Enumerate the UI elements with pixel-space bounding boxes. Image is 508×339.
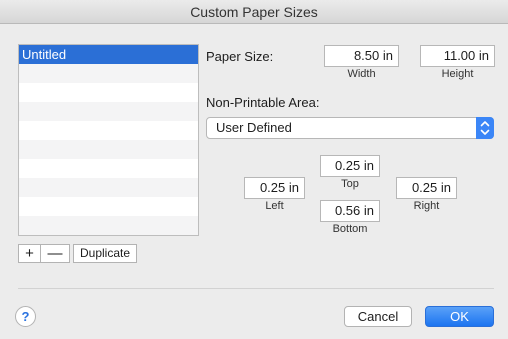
list-item[interactable] <box>19 83 198 102</box>
remove-paper-size-button[interactable]: — <box>41 244 70 263</box>
list-item[interactable] <box>19 64 198 83</box>
footer-divider <box>18 288 494 289</box>
height-caption: Height <box>441 68 474 80</box>
margin-bottom-field[interactable]: 0.56 in <box>320 200 380 222</box>
duplicate-button[interactable]: Duplicate <box>73 244 137 263</box>
popup-arrows-icon <box>476 117 494 139</box>
list-item[interactable] <box>19 178 198 197</box>
paper-width-field[interactable]: 8.50 in <box>324 45 399 67</box>
margin-top-field[interactable]: 0.25 in <box>320 155 380 177</box>
list-item[interactable] <box>19 197 198 216</box>
margin-left-field[interactable]: 0.25 in <box>244 177 305 199</box>
non-printable-area-popup[interactable]: User Defined <box>206 117 494 139</box>
window-title: Custom Paper Sizes <box>0 0 508 24</box>
paper-height-field[interactable]: 11.00 in <box>420 45 495 67</box>
width-caption: Width <box>347 68 376 80</box>
margin-right-field[interactable]: 0.25 in <box>396 177 457 199</box>
paper-size-list[interactable]: Untitled <box>18 44 199 236</box>
list-item[interactable] <box>19 216 198 235</box>
non-printable-area-label: Non-Printable Area: <box>206 95 320 110</box>
cancel-button[interactable]: Cancel <box>344 306 412 327</box>
list-item[interactable] <box>19 159 198 178</box>
bottom-caption: Bottom <box>332 223 368 235</box>
list-item[interactable] <box>19 121 198 140</box>
right-caption: Right <box>413 200 440 212</box>
top-caption: Top <box>341 178 359 190</box>
help-button[interactable]: ? <box>15 306 36 327</box>
list-item[interactable] <box>19 140 198 159</box>
left-caption: Left <box>265 200 284 212</box>
paper-size-label: Paper Size: <box>206 49 274 64</box>
popup-selected-value: User Defined <box>216 120 292 135</box>
list-item[interactable]: Untitled <box>19 45 198 64</box>
add-paper-size-button[interactable]: + <box>18 244 41 263</box>
ok-button[interactable]: OK <box>425 306 494 327</box>
list-item[interactable] <box>19 102 198 121</box>
